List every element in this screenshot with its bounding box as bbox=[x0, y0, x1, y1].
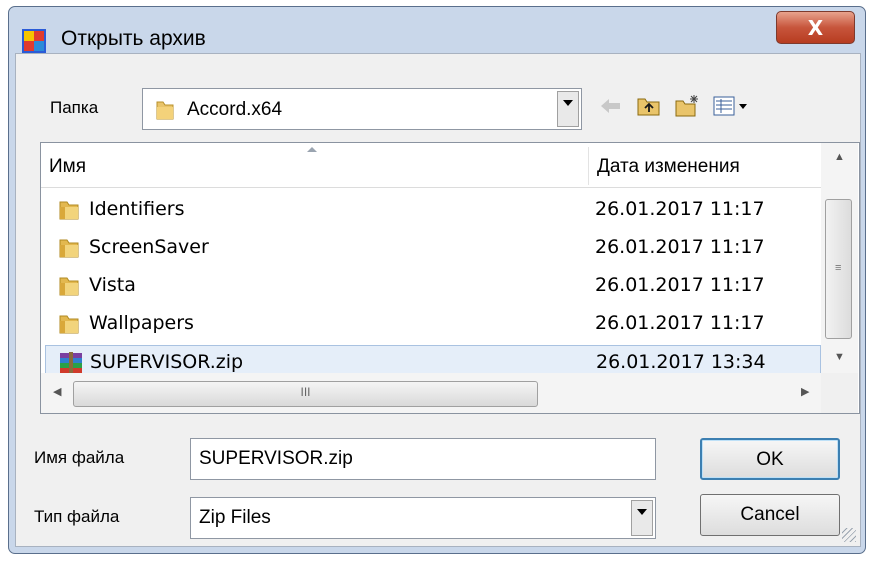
folder-dropdown-button[interactable] bbox=[557, 91, 579, 127]
list-item[interactable]: Wallpapers 26.01.2017 11:17 bbox=[45, 307, 821, 343]
chevron-down-icon bbox=[563, 100, 573, 106]
winrar-archive-icon bbox=[58, 351, 82, 375]
item-name: SUPERVISOR.zip bbox=[90, 351, 244, 373]
new-folder-icon[interactable] bbox=[674, 94, 700, 118]
item-name: Identifiers bbox=[89, 198, 185, 220]
folder-icon bbox=[57, 312, 81, 336]
folder-label: Папка bbox=[50, 98, 99, 117]
filetype-label: Тип файла bbox=[34, 507, 120, 526]
list-item[interactable]: ScreenSaver 26.01.2017 11:17 bbox=[45, 231, 821, 267]
column-divider[interactable] bbox=[588, 147, 589, 185]
folder-icon bbox=[156, 101, 174, 120]
scroll-up-icon[interactable]: ▲ bbox=[821, 151, 858, 163]
list-item[interactable]: Vista 26.01.2017 11:17 bbox=[45, 269, 821, 305]
folder-icon bbox=[57, 198, 81, 222]
item-date: 26.01.2017 11:17 bbox=[595, 312, 765, 334]
item-name: ScreenSaver bbox=[89, 236, 209, 258]
item-name: Wallpapers bbox=[89, 312, 194, 334]
column-header-name[interactable]: Имя bbox=[49, 143, 86, 187]
sort-ascending-icon bbox=[307, 147, 317, 152]
close-button[interactable]: X bbox=[776, 11, 855, 44]
horizontal-scrollbar[interactable]: ◀ III ▶ bbox=[41, 373, 821, 413]
folder-combo[interactable]: Accord.x64 bbox=[142, 88, 582, 130]
scrollbar-corner bbox=[821, 373, 858, 413]
vertical-scrollbar[interactable]: ▲ ≡ ▼ bbox=[821, 143, 858, 373]
column-header-date[interactable]: Дата изменения bbox=[597, 143, 740, 187]
cancel-button[interactable]: Cancel bbox=[700, 494, 840, 536]
filename-label: Имя файла bbox=[34, 448, 125, 467]
close-icon: X bbox=[807, 16, 824, 40]
filetype-value: Zip Files bbox=[199, 507, 271, 528]
window-title: Открыть архив bbox=[61, 27, 206, 50]
grip-icon: III bbox=[300, 385, 311, 399]
item-date: 26.01.2017 13:34 bbox=[596, 351, 766, 373]
back-arrow-icon[interactable] bbox=[598, 94, 624, 118]
scroll-right-icon[interactable]: ▶ bbox=[801, 385, 809, 398]
dialog-body: Папка Accord.x64 Имя Дата изменения Iden… bbox=[15, 53, 861, 547]
scroll-down-icon[interactable]: ▼ bbox=[821, 351, 858, 363]
resize-grip-icon[interactable] bbox=[842, 528, 856, 542]
item-date: 26.01.2017 11:17 bbox=[595, 236, 765, 258]
grip-icon: ≡ bbox=[835, 262, 842, 274]
filename-value: SUPERVISOR.zip bbox=[199, 448, 353, 469]
filetype-dropdown-button[interactable] bbox=[631, 500, 653, 536]
filetype-combo[interactable]: Zip Files bbox=[190, 497, 656, 539]
up-folder-icon[interactable] bbox=[636, 94, 662, 118]
item-date: 26.01.2017 11:17 bbox=[595, 274, 765, 296]
list-header: Имя Дата изменения bbox=[41, 143, 821, 188]
folder-icon bbox=[57, 236, 81, 260]
chevron-down-icon bbox=[637, 509, 647, 515]
item-name: Vista bbox=[89, 274, 136, 296]
folder-icon bbox=[57, 274, 81, 298]
open-archive-dialog: Открыть архив X Папка Accord.x64 Имя Дат… bbox=[8, 6, 866, 554]
list-item[interactable]: Identifiers 26.01.2017 11:17 bbox=[45, 193, 821, 229]
scroll-left-icon[interactable]: ◀ bbox=[53, 385, 61, 398]
folder-value: Accord.x64 bbox=[187, 99, 283, 120]
view-menu-icon[interactable] bbox=[712, 94, 752, 118]
horizontal-scroll-thumb[interactable]: III bbox=[73, 381, 538, 407]
file-list[interactable]: Имя Дата изменения Identifiers 26.01.2017… bbox=[40, 142, 860, 414]
ok-button[interactable]: OK bbox=[700, 438, 840, 480]
filename-input[interactable]: SUPERVISOR.zip bbox=[190, 438, 656, 480]
app-icon bbox=[22, 29, 46, 53]
item-date: 26.01.2017 11:17 bbox=[595, 198, 765, 220]
vertical-scroll-thumb[interactable]: ≡ bbox=[825, 199, 852, 339]
